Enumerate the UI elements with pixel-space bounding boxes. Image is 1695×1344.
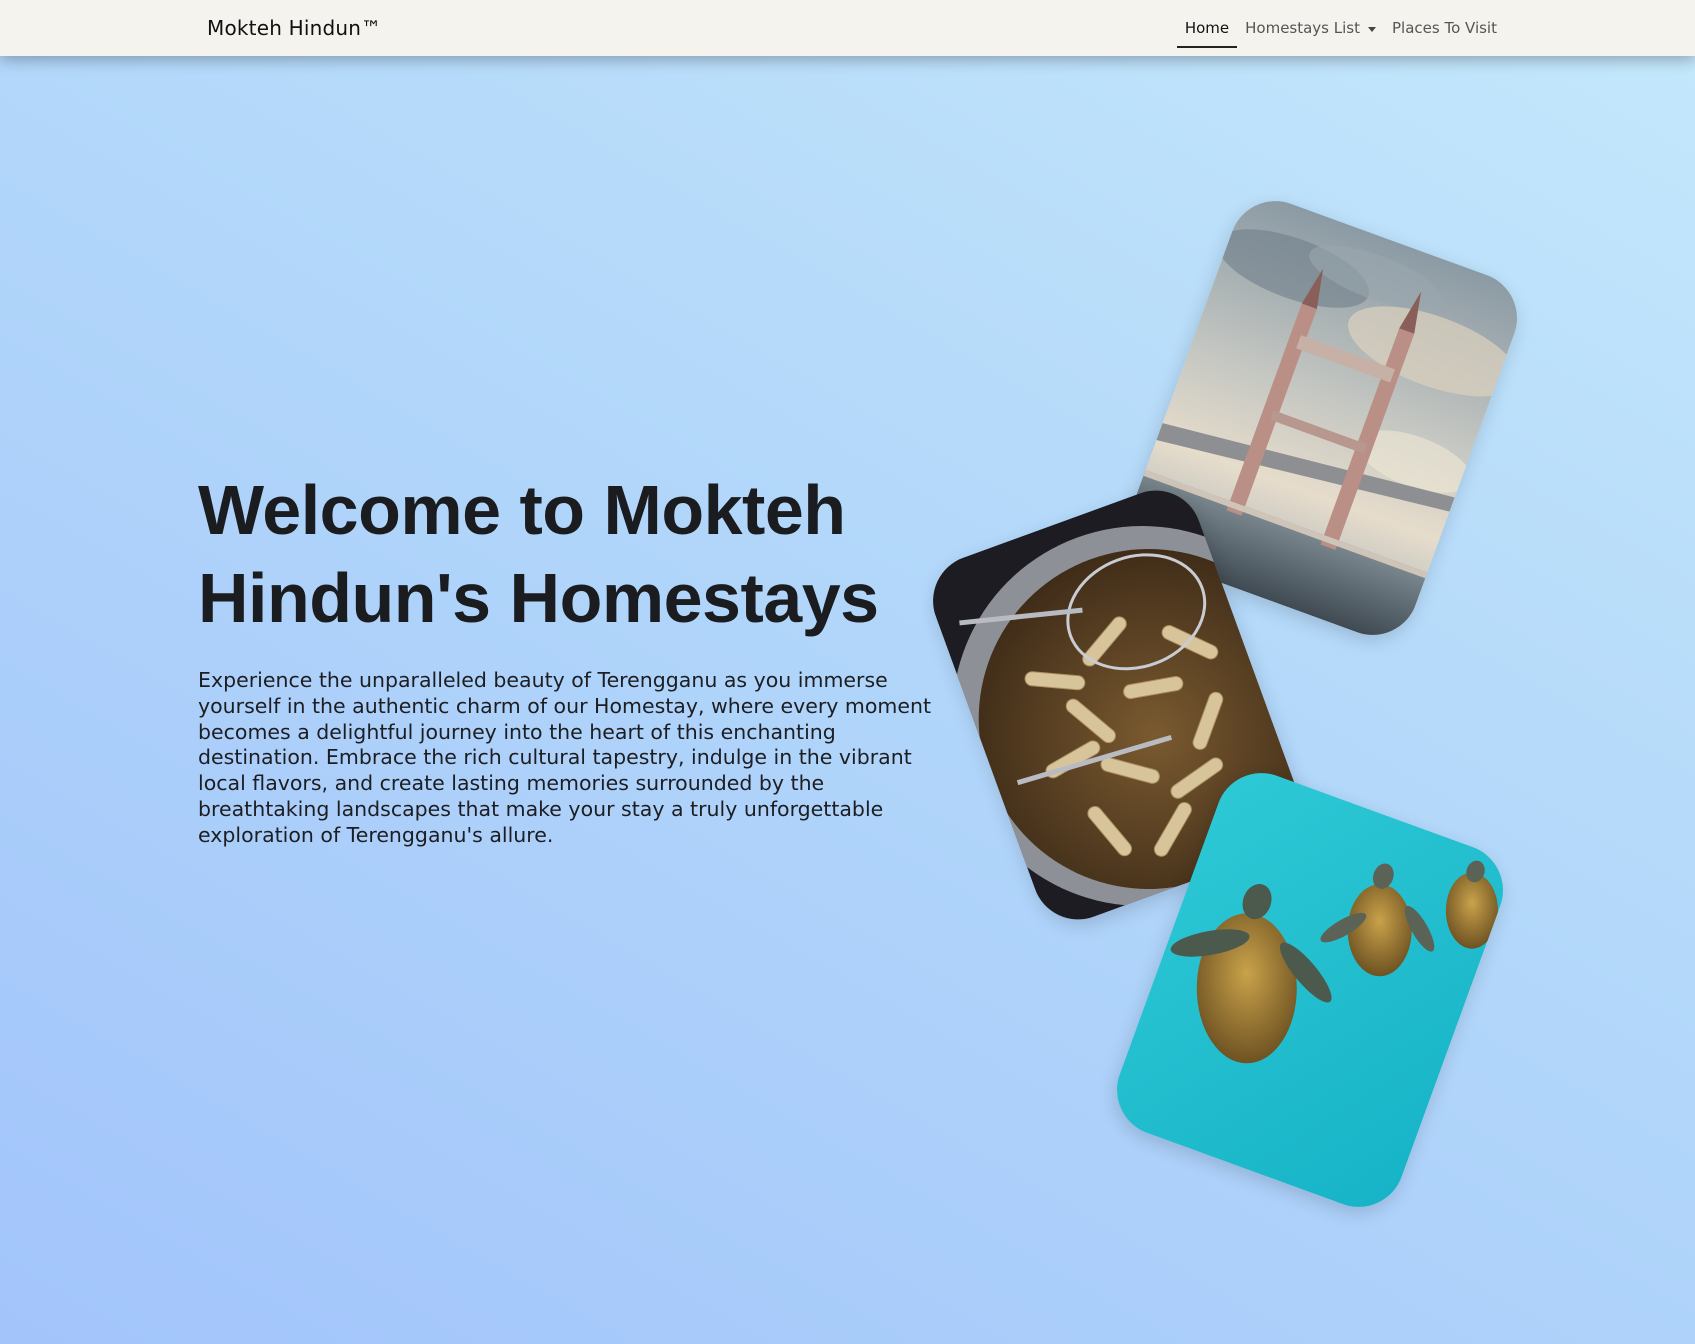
caret-down-icon xyxy=(1368,26,1376,32)
top-navbar: Mokteh Hindun™ Home Homestays List Place… xyxy=(0,0,1695,56)
nav-link-places[interactable]: Places To Visit xyxy=(1384,0,1505,56)
hero-description: Experience the unparalleled beauty of Te… xyxy=(198,668,932,847)
nav-dropdown-homestays[interactable]: Homestays List xyxy=(1237,0,1384,56)
nav-link-home-label: Home xyxy=(1184,19,1230,37)
nav-link-places-label: Places To Visit xyxy=(1392,19,1497,37)
nav-links: Home Homestays List Places To Visit xyxy=(1176,0,1505,56)
nav-link-home[interactable]: Home xyxy=(1176,0,1238,56)
hero-title: Welcome to Mokteh Hindun's Homestays xyxy=(198,471,879,637)
nav-link-homestays-label: Homestays List xyxy=(1245,19,1360,37)
brand-logo[interactable]: Mokteh Hindun™ xyxy=(207,16,381,40)
